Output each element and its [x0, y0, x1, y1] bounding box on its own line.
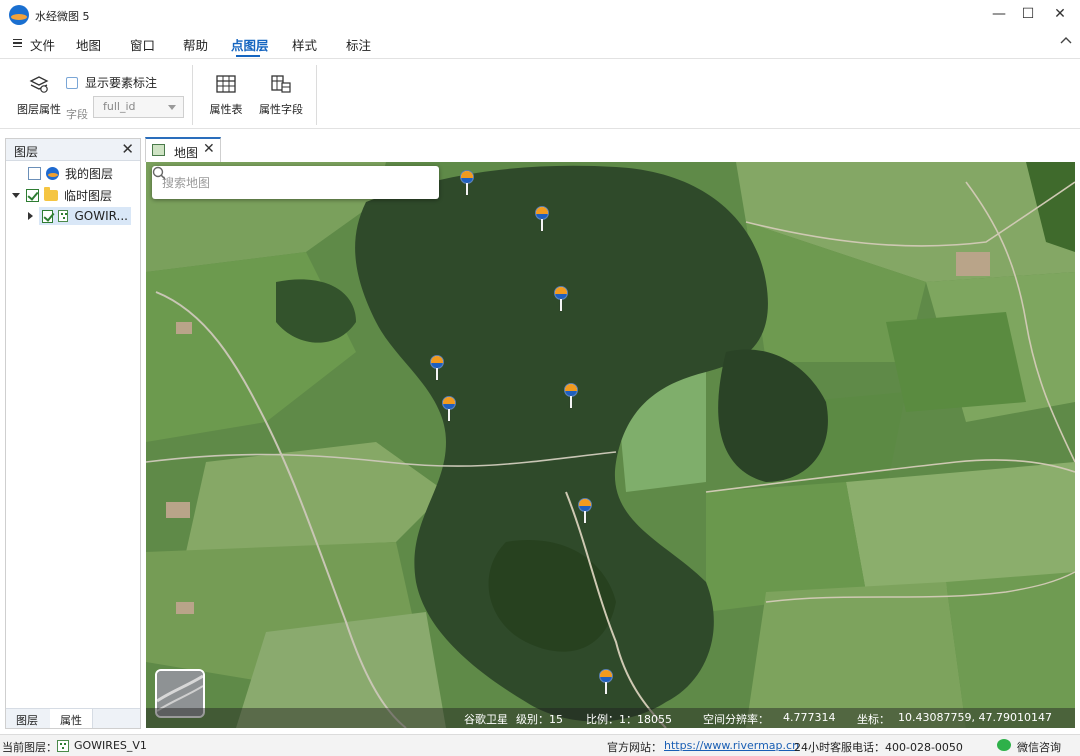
menu-icon[interactable]	[13, 39, 22, 47]
map-marker-icon[interactable]	[563, 383, 579, 409]
temp-layers-label: 临时图层	[64, 188, 113, 203]
map-icon	[152, 144, 165, 156]
gowires-label: GOWIR...	[74, 209, 128, 223]
app-logo-icon	[9, 5, 29, 25]
current-layer-name: GOWIRES_V1	[74, 739, 147, 752]
map-marker-icon[interactable]	[459, 170, 475, 196]
tab-map[interactable]: 地图 ✕	[145, 137, 221, 162]
layer-properties-button[interactable]: 图层属性	[14, 73, 64, 117]
map-marker-icon[interactable]	[553, 286, 569, 312]
ribbon: 图层属性 显示要素标注 字段 full_id 属性表 属性字段	[0, 58, 1080, 129]
close-icon[interactable]: ✕	[121, 140, 134, 158]
tab-properties[interactable]: 属性	[50, 709, 93, 728]
map-marker-icon[interactable]	[534, 206, 550, 232]
folder-icon	[44, 186, 58, 201]
attribute-fields-label: 属性字段	[259, 103, 303, 116]
status-bar: 当前图层： GOWIRES_V1 官方网站： https://www.river…	[0, 734, 1080, 756]
layers-panel-tabs: 图层 属性	[6, 708, 140, 728]
show-labels-toggle[interactable]: 显示要素标注	[66, 74, 157, 91]
hotline-text: 24小时客服电话：400-028-0050	[794, 741, 963, 754]
website-link[interactable]: https://www.rivermap.cn	[664, 739, 799, 752]
close-tab-icon[interactable]: ✕	[203, 141, 215, 157]
search-icon[interactable]	[152, 166, 166, 180]
menu-style[interactable]: 样式	[292, 35, 317, 54]
map-search-box[interactable]	[152, 166, 439, 199]
collapse-ribbon-icon[interactable]	[1060, 35, 1072, 47]
map-marker-icon[interactable]	[441, 396, 457, 422]
tree-item-my-layers[interactable]: 我的图层	[28, 163, 113, 183]
wechat-icon[interactable]	[997, 739, 1011, 751]
resolution-label: 空间分辨率：	[703, 713, 769, 726]
point-layer-icon	[58, 210, 69, 222]
tree-item-gowires[interactable]: GOWIR...	[28, 206, 131, 226]
close-button[interactable]: ✕	[1049, 4, 1071, 24]
map-scale: 比例：1：18055	[586, 713, 672, 726]
attribute-table-button[interactable]: 属性表	[205, 73, 247, 117]
attribute-fields-button[interactable]: 属性字段	[255, 73, 307, 117]
chevron-down-icon	[168, 105, 176, 110]
coordinate-label: 坐标：	[857, 713, 890, 726]
tree-item-temp-layers[interactable]: 临时图层	[12, 185, 112, 205]
collapse-arrow-icon[interactable]	[28, 212, 33, 220]
my-layers-checkbox[interactable]	[28, 166, 41, 180]
map-marker-icon[interactable]	[429, 355, 445, 381]
resolution-value: 4.777314	[783, 711, 836, 724]
menu-map[interactable]: 地图	[76, 35, 101, 54]
globe-icon	[46, 166, 59, 180]
map-source: 谷歌卫星	[464, 713, 508, 726]
app-title: 水经微图 5	[35, 10, 90, 23]
current-layer-label: 当前图层：	[2, 741, 57, 754]
map-marker-icon[interactable]	[598, 669, 614, 695]
menu-annotation[interactable]: 标注	[346, 35, 371, 54]
menu-help[interactable]: 帮助	[183, 35, 208, 54]
layers-panel: 图层 ✕ 我的图层 临时图层 GOWIR... 图层 属性	[5, 138, 141, 729]
wechat-consult[interactable]: 微信咨询	[1017, 739, 1061, 755]
menu-bar: 文件 地图 窗口 帮助 点图层 样式 标注	[0, 30, 1080, 58]
my-layers-label: 我的图层	[65, 166, 114, 181]
map-tab-label: 地图	[174, 146, 199, 160]
website-label: 官方网站：	[607, 741, 662, 754]
show-labels-label: 显示要素标注	[85, 76, 158, 90]
gowires-checkbox[interactable]	[42, 209, 54, 223]
layers-icon	[29, 76, 49, 93]
map-marker-icon[interactable]	[577, 498, 593, 524]
layer-properties-label: 图层属性	[17, 103, 61, 116]
field-select-value: full_id	[103, 100, 136, 113]
layers-panel-header: 图层 ✕	[6, 139, 140, 161]
point-layer-icon	[57, 740, 69, 752]
title-bar: 水经微图 5 — ☐ ✕	[0, 0, 1080, 30]
zoom-level: 级别：15	[516, 713, 563, 726]
attribute-table-label: 属性表	[209, 103, 243, 116]
ribbon-group-attributes: 属性表 属性字段	[193, 65, 317, 125]
menu-point-layer[interactable]: 点图层	[231, 35, 269, 54]
expand-arrow-icon[interactable]	[12, 192, 20, 198]
layers-panel-title: 图层	[14, 145, 39, 159]
minimize-button[interactable]: —	[988, 4, 1010, 24]
fields-icon	[271, 75, 291, 93]
temp-layers-checkbox[interactable]	[26, 188, 39, 202]
map-tab-bar: 地图 ✕	[145, 137, 1075, 162]
map-status-bar: 谷歌卫星 级别：15 比例：1：18055 空间分辨率： 4.777314 坐标…	[146, 708, 1075, 728]
selected-layer-row[interactable]: GOWIR...	[39, 207, 131, 225]
field-select[interactable]: full_id	[93, 96, 184, 118]
active-menu-indicator	[236, 55, 260, 57]
tab-layers[interactable]: 图层	[6, 709, 48, 728]
maximize-button[interactable]: ☐	[1017, 4, 1039, 24]
menu-file[interactable]: 文件	[30, 35, 55, 54]
show-labels-checkbox[interactable]	[66, 76, 78, 89]
menu-window[interactable]: 窗口	[130, 35, 155, 54]
map-view[interactable]: 谷歌卫星 级别：15 比例：1：18055 空间分辨率： 4.777314 坐标…	[146, 162, 1075, 728]
satellite-imagery[interactable]	[146, 162, 1075, 728]
table-icon	[216, 75, 236, 93]
coordinate-value: 10.43087759, 47.79010147	[898, 711, 1052, 724]
field-label: 字段	[66, 108, 88, 121]
map-search-input[interactable]	[162, 173, 402, 193]
